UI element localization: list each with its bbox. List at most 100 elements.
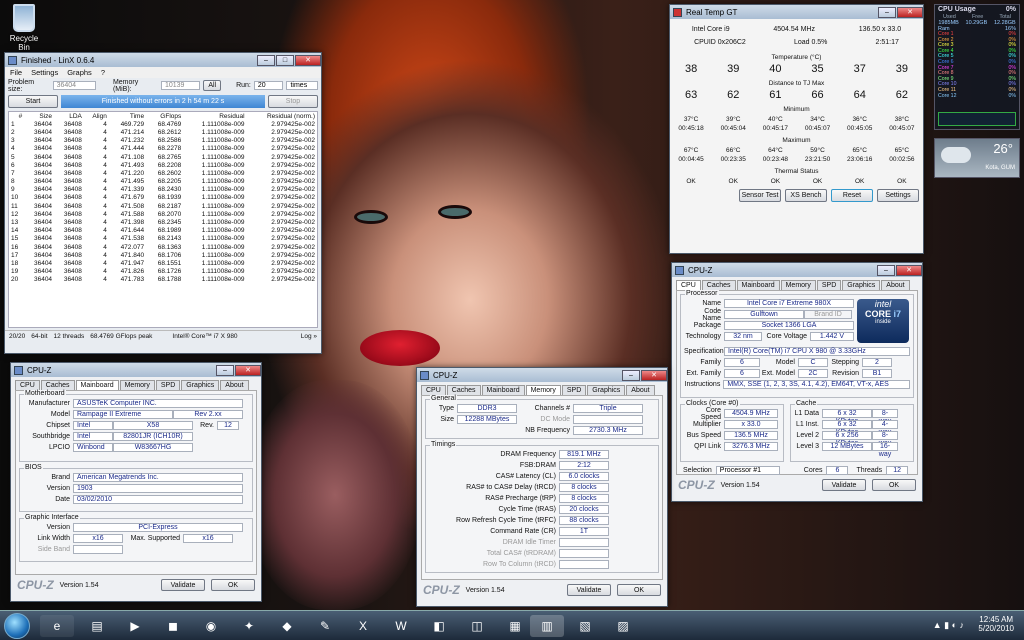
cpuz-titlebar[interactable]: CPU-Z – ✕ [672, 263, 922, 277]
menu-graphs[interactable]: Graphs [67, 68, 92, 77]
column-header[interactable]: Residual (norm.) [247, 112, 317, 120]
runs-input[interactable]: 20 [253, 81, 284, 90]
table-row[interactable]: 12 36404 36408 4 471.588 68.2070 1.111008e-009… [9, 210, 317, 218]
table-row[interactable]: 1 36404 36408 4 469.729 68.4769 1.111008e-009 2… [9, 120, 317, 128]
ok-button[interactable]: OK [211, 579, 255, 591]
close-button[interactable]: ✕ [897, 6, 923, 18]
close-button[interactable]: ✕ [235, 364, 261, 376]
ok-button[interactable]: OK [617, 584, 661, 596]
close-button[interactable]: ✕ [641, 369, 667, 381]
tab-about[interactable]: About [626, 385, 655, 395]
tab-caches[interactable]: Caches [40, 380, 75, 390]
table-row[interactable]: 14 36404 36408 4 471.644 68.1989 1.111008e-009… [9, 227, 317, 235]
column-header[interactable]: GFlops [146, 112, 183, 120]
taskbar-ie-icon[interactable]: e [40, 615, 74, 637]
table-row[interactable]: 17 36404 36408 4 471.840 68.1706 1.111008e-009… [9, 251, 317, 259]
taskbar-app-icon[interactable]: ▦ [498, 615, 532, 637]
table-row[interactable]: 16 36404 36408 4 472.077 68.1363 1.111008e-009… [9, 243, 317, 251]
cpuz-titlebar[interactable]: CPU-Z – ✕ [417, 368, 667, 382]
tab-mainboard[interactable]: Mainboard [736, 280, 780, 290]
table-row[interactable]: 19 36404 36408 4 471.826 68.1726 1.111008e-009… [9, 268, 317, 276]
taskbar-explorer-icon[interactable]: ▤ [80, 615, 114, 637]
results-table-container[interactable]: # Size LDA Align Time GFlops Residual Residual … [8, 111, 318, 328]
taskbar-app-icon[interactable]: ◫ [460, 615, 494, 637]
column-header[interactable]: Size [24, 112, 54, 120]
realtemp-titlebar[interactable]: Real Temp GT – ✕ [670, 5, 923, 19]
tab-memory[interactable]: Memory [525, 385, 561, 395]
tab-mainboard[interactable]: Mainboard [481, 385, 525, 395]
tab-memory[interactable]: Memory [119, 380, 155, 390]
table-row[interactable]: 13 36404 36408 4 471.398 68.2345 1.111008e-009… [9, 218, 317, 226]
tab-cpu[interactable]: CPU [676, 280, 701, 290]
tab-cpu[interactable]: CPU [15, 380, 40, 390]
validate-button[interactable]: Validate [822, 479, 866, 491]
taskbar-excel-icon[interactable]: X [346, 615, 380, 637]
tab-about[interactable]: About [881, 280, 910, 290]
start-button[interactable]: Start [8, 94, 58, 108]
table-row[interactable]: 8 36404 36408 4 471.495 68.2205 1.111008e-009 2… [9, 178, 317, 186]
stop-button[interactable]: Stop [268, 94, 318, 108]
reset-button[interactable]: Reset [831, 189, 873, 202]
column-header[interactable]: Align [84, 112, 109, 120]
cpuz-titlebar[interactable]: CPU-Z – ✕ [11, 363, 261, 377]
column-header[interactable]: Residual [183, 112, 246, 120]
linx-titlebar[interactable]: Finished - LinX 0.6.4 – □ ✕ [5, 53, 321, 67]
table-row[interactable]: 7 36404 36408 4 471.220 68.2602 1.111008e-009 2… [9, 169, 317, 177]
recycle-bin[interactable]: Recycle Bin [4, 4, 44, 52]
close-button[interactable]: ✕ [896, 264, 922, 276]
tab-memory[interactable]: Memory [780, 280, 816, 290]
menu-settings[interactable]: Settings [31, 68, 58, 77]
tab-cpu[interactable]: CPU [421, 385, 446, 395]
xs-bench-button[interactable]: XS Bench [785, 189, 827, 202]
taskbar-steam-icon[interactable]: ◉ [194, 615, 228, 637]
tab-graphics[interactable]: Graphics [181, 380, 220, 390]
all-memory-button[interactable]: All [203, 80, 222, 91]
tab-mainboard[interactable]: Mainboard [75, 380, 119, 390]
minimize-button[interactable]: – [216, 364, 234, 376]
table-row[interactable]: 9 36404 36408 4 471.339 68.2430 1.111008e-009 2… [9, 186, 317, 194]
table-row[interactable]: 2 36404 36408 4 471.214 68.2612 1.111008e-009 2… [9, 128, 317, 136]
taskbar-media-icon[interactable]: ▶ [118, 615, 152, 637]
maximize-button[interactable]: □ [276, 54, 294, 66]
validate-button[interactable]: Validate [161, 579, 205, 591]
table-row[interactable]: 18 36404 36408 4 471.947 68.1551 1.111008e-009… [9, 259, 317, 267]
table-row[interactable]: 11 36404 36408 4 471.508 68.2187 1.111008e-009… [9, 202, 317, 210]
validate-button[interactable]: Validate [567, 584, 611, 596]
tab-caches[interactable]: Caches [701, 280, 736, 290]
table-row[interactable]: 6 36404 36408 4 471.493 68.2208 1.111008e-009 2… [9, 161, 317, 169]
column-header[interactable]: LDA [54, 112, 84, 120]
taskbar-app-icon[interactable]: ✎ [308, 615, 342, 637]
settings-button[interactable]: Settings [877, 189, 919, 202]
cpu-usage-gadget[interactable]: CPU Usage 0% Used Free Total 1985MB 10.29GB… [934, 4, 1020, 130]
log-button[interactable]: Log » [301, 333, 317, 340]
taskbar-app-icon[interactable]: ✦ [232, 615, 266, 637]
column-header[interactable]: # [9, 112, 24, 120]
tray-icons[interactable]: ▲ ▮ ◐ ♪ [933, 620, 964, 631]
memory-input[interactable]: 10139 [160, 81, 201, 90]
taskbar-app-icon[interactable]: ◆ [270, 615, 304, 637]
table-row[interactable]: 15 36404 36408 4 471.538 68.2143 1.111008e-009… [9, 235, 317, 243]
weather-gadget[interactable]: 26° Kota, GUM [934, 138, 1020, 178]
taskbar-app-icon[interactable]: ◼ [156, 615, 190, 637]
close-button[interactable]: ✕ [295, 54, 321, 66]
menu-file[interactable]: File [10, 68, 22, 77]
taskbar-app-icon[interactable]: ◧ [422, 615, 456, 637]
column-header[interactable]: Time [109, 112, 146, 120]
start-button[interactable] [4, 613, 30, 639]
tab-spd[interactable]: SPD [155, 380, 181, 390]
tab-spd[interactable]: SPD [816, 280, 842, 290]
taskbar-app-icon[interactable]: ▨ [606, 615, 640, 637]
taskbar-word-icon[interactable]: W [384, 615, 418, 637]
tab-graphics[interactable]: Graphics [587, 385, 626, 395]
times-select[interactable]: times [286, 81, 319, 90]
clock[interactable]: 12:45 AM 5/20/2010 [978, 615, 1014, 633]
table-row[interactable]: 10 36404 36408 4 471.679 68.1939 1.111008e-009… [9, 194, 317, 202]
table-row[interactable]: 4 36404 36408 4 471.444 68.2278 1.111008e-009 2… [9, 145, 317, 153]
table-row[interactable]: 3 36404 36408 4 471.232 68.2586 1.111008e-009 2… [9, 137, 317, 145]
taskbar-linx-icon[interactable]: ▥ [530, 615, 564, 637]
sensor-test-button[interactable]: Sensor Test [739, 189, 781, 202]
problem-size-input[interactable]: 36404 [52, 81, 96, 90]
ok-button[interactable]: OK [872, 479, 916, 491]
table-row[interactable]: 5 36404 36408 4 471.108 68.2765 1.111008e-009 2… [9, 153, 317, 161]
processor-select[interactable]: Processor #1 [715, 466, 780, 475]
